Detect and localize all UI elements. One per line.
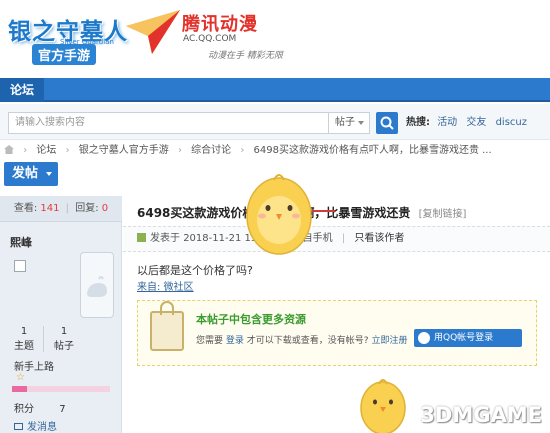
topics-label: 主题 — [14, 341, 34, 352]
star-icon: ☆ — [16, 372, 25, 383]
avatar[interactable] — [10, 252, 114, 322]
breadcrumb-separator: › — [240, 145, 245, 156]
qq-login-label: 用QQ帐号登录 — [434, 333, 494, 343]
site-header: 银之守墓人 Silver Guardian 官方手游 腾讯动漫 AC.QQ.CO… — [0, 0, 550, 78]
main-nav: 论坛 — [0, 78, 550, 102]
breadcrumb-item[interactable]: 综合讨论 — [191, 140, 231, 162]
search-icon — [380, 116, 394, 130]
locked-text-before: 您需要 — [196, 336, 224, 346]
hot-search-label: 热搜: — [406, 117, 430, 128]
tencent-comic-slogan: 动漫在手 精彩无限 — [208, 51, 283, 61]
chick-mascot-icon — [246, 174, 312, 255]
post-status-icon — [137, 233, 146, 242]
lock-icon — [150, 301, 184, 351]
broken-image-icon — [14, 260, 26, 272]
mobile-phone-icon — [80, 252, 114, 318]
search-type-label: 帖子 — [335, 117, 355, 128]
hot-search: 热搜: 活动 交友 discuz — [406, 112, 533, 134]
search-type-select[interactable]: 帖子 — [328, 112, 370, 134]
new-post-label: 发帖 — [12, 166, 39, 181]
meta-divider: | — [341, 233, 346, 244]
replies-label: 回复: — [75, 203, 99, 214]
qq-icon — [418, 332, 430, 344]
views-count: 141 — [40, 203, 60, 214]
posts-label: 帖子 — [54, 341, 74, 352]
points-value: 7 — [59, 404, 66, 415]
topics-stat[interactable]: 1 主题 — [4, 324, 44, 354]
watermark: 3DMGAME — [420, 403, 542, 427]
breadcrumb-separator: › — [23, 145, 28, 156]
search-bar: 请输入搜索内容 帖子 热搜: 活动 交友 discuz — [0, 104, 550, 140]
author-stats: 1 主题 1 帖子 — [0, 324, 122, 354]
posted-prefix: 发表于 — [150, 233, 180, 244]
locked-text: 您需要 登录 才可以下载或查看，没有帐号? 立即注册 — [196, 333, 407, 346]
author-sidebar: 查看: 141 | 回复: 0 熙峰 1 主题 1 帖子 新手上路 ☆ 积分 7 — [0, 196, 122, 433]
register-link[interactable]: 立即注册 — [371, 336, 407, 346]
hot-keyword[interactable]: 活动 — [437, 117, 457, 128]
points-row: 积分 7 — [14, 400, 66, 415]
game-logo-subtitle: 官方手游 — [32, 44, 97, 65]
points-label: 积分 — [14, 404, 34, 415]
breadcrumb-item[interactable]: 6498买这款游戏价格有点吓人啊，比暴雪游戏还贵 ... — [254, 140, 492, 162]
chevron-down-icon — [358, 121, 364, 125]
tencent-comic-brand: 腾讯动漫 — [182, 14, 258, 35]
locked-text-middle: 才可以下载或查看，没有帐号? — [246, 336, 369, 346]
post-meta: 发表于 2018-11-21 13:52:44 来自手机 | 只看该作者 — [123, 226, 550, 252]
send-message-link[interactable]: 发消息 — [14, 418, 57, 433]
breadcrumb-separator: › — [177, 145, 182, 156]
locked-heading: 本帖子中包含更多资源 — [196, 313, 306, 326]
breadcrumb: › 论坛 › 银之守墓人官方手游 › 综合讨论 › 6498买这款游戏价格有点吓… — [0, 140, 550, 162]
post-body: 以后都是这个价格了吗? — [137, 264, 253, 277]
chick-mascot-icon — [360, 379, 406, 433]
search-input[interactable]: 请输入搜索内容 — [8, 112, 328, 134]
level-progress — [12, 386, 110, 392]
chevron-down-icon — [46, 172, 52, 176]
qq-login-button[interactable]: 用QQ帐号登录 — [414, 329, 522, 347]
whale-icon — [87, 276, 107, 297]
breadcrumb-item[interactable]: 论坛 — [36, 140, 56, 162]
login-link[interactable]: 登录 — [226, 336, 244, 346]
post-content: 6498买这款游戏价格有点吓人啊，比暴雪游戏还贵 [复制链接] 发表于 2018… — [123, 196, 550, 433]
posts-count: 1 — [60, 326, 68, 337]
tencent-comic-site: AC.QQ.COM — [183, 34, 237, 44]
nav-item-forum[interactable]: 论坛 — [0, 78, 45, 102]
copy-link-button[interactable]: [复制链接] — [419, 209, 467, 220]
locked-content-box: 本帖子中包含更多资源 您需要 登录 才可以下载或查看，没有帐号? 立即注册 用Q… — [137, 300, 537, 366]
stats-divider: | — [65, 203, 70, 214]
author-only-link[interactable]: 只看该作者 — [354, 233, 404, 244]
paper-plane-icon — [126, 10, 180, 54]
tencent-comic-logo[interactable]: 腾讯动漫 AC.QQ.COM 动漫在手 精彩无限 — [124, 2, 284, 74]
envelope-icon — [14, 423, 23, 430]
author-name[interactable]: 熙峰 — [10, 234, 32, 250]
home-icon[interactable] — [4, 145, 14, 154]
user-rank: 新手上路 — [14, 362, 54, 373]
thread-stats: 查看: 141 | 回复: 0 — [0, 196, 122, 222]
post-source-link[interactable]: 来自: 微社区 — [137, 278, 194, 293]
posts-stat[interactable]: 1 帖子 — [44, 324, 84, 354]
game-logo[interactable]: 银之守墓人 Silver Guardian 官方手游 — [6, 6, 127, 65]
search-button[interactable] — [376, 112, 398, 134]
breadcrumb-separator: › — [65, 145, 70, 156]
replies-count: 0 — [101, 203, 109, 214]
level-progress-fill — [12, 386, 27, 392]
breadcrumb-item[interactable]: 银之守墓人官方手游 — [79, 140, 169, 162]
topics-count: 1 — [20, 326, 28, 337]
hot-keyword[interactable]: 交友 — [466, 117, 486, 128]
new-post-button[interactable]: 发帖 — [4, 162, 58, 186]
hot-keyword[interactable]: discuz — [496, 117, 527, 128]
views-label: 查看: — [13, 203, 38, 214]
send-message-label: 发消息 — [27, 422, 57, 433]
